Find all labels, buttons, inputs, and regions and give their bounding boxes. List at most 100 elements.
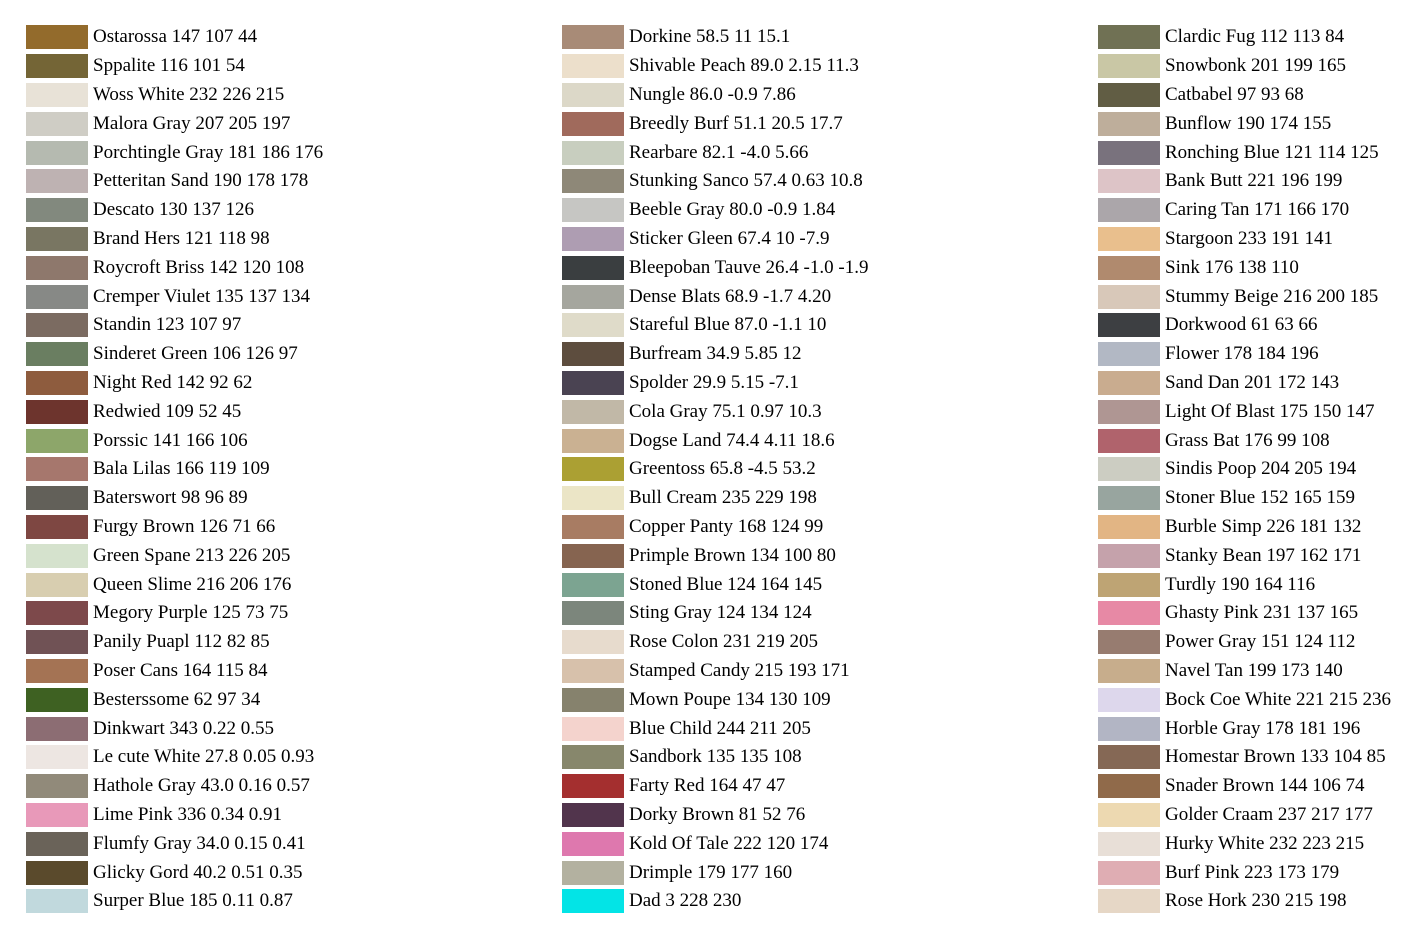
- color-label: Queen Slime 216 206 176: [93, 573, 292, 595]
- color-swatch: [562, 658, 624, 683]
- color-label: Snowbonk 201 199 165: [1165, 55, 1347, 77]
- color-label: Petteritan Sand 190 178 178: [93, 170, 309, 192]
- color-label: Sand Dan 201 172 143: [1165, 371, 1340, 393]
- color-swatch: [1098, 831, 1160, 856]
- color-label: Navel Tan 199 173 140: [1165, 659, 1343, 681]
- color-label: Standin 123 107 97: [93, 314, 242, 336]
- color-swatch-row: Stummy Beige 216 200 185: [1098, 282, 1391, 311]
- color-label: Cremper Viulet 135 137 134: [93, 285, 310, 307]
- color-swatch: [562, 428, 624, 453]
- color-swatch-row: Mown Poupe 134 130 109: [562, 685, 868, 714]
- color-swatch: [26, 572, 88, 597]
- color-swatch-row: Bunflow 190 174 155: [1098, 109, 1391, 138]
- color-swatch: [26, 284, 88, 309]
- color-swatch: [26, 82, 88, 107]
- color-swatch-row: Blue Child 244 211 205: [562, 714, 868, 743]
- color-swatch-row: Navel Tan 199 173 140: [1098, 657, 1391, 686]
- color-label: Dad 3 228 230: [629, 890, 742, 912]
- color-label: Flower 178 184 196: [1165, 343, 1319, 365]
- color-swatch-row: Porchtingle Gray 181 186 176: [26, 138, 323, 167]
- color-label: Besterssome 62 97 34: [93, 688, 261, 710]
- color-swatch: [1098, 284, 1160, 309]
- color-swatch-row: Megory Purple 125 73 75: [26, 599, 323, 628]
- color-label: Caring Tan 171 166 170: [1165, 199, 1350, 221]
- swatch-column-1: Ostarossa 147 107 44 Sppalite 116 101 54 W…: [26, 23, 323, 916]
- color-swatch-row: Standin 123 107 97: [26, 311, 323, 340]
- color-swatch: [26, 860, 88, 885]
- color-label: Panily Puapl 112 82 85: [93, 631, 270, 653]
- color-swatch: [562, 226, 624, 251]
- color-label: Woss White 232 226 215: [93, 83, 285, 105]
- color-label: Sandbork 135 135 108: [629, 746, 802, 768]
- color-swatch: [1098, 572, 1160, 597]
- color-swatch: [26, 630, 88, 655]
- color-label: Grass Bat 176 99 108: [1165, 429, 1330, 451]
- color-label: Lime Pink 336 0.34 0.91: [93, 803, 282, 825]
- color-label: Furgy Brown 126 71 66: [93, 515, 276, 537]
- color-swatch-row: Snader Brown 144 106 74: [1098, 772, 1391, 801]
- color-swatch: [562, 514, 624, 539]
- color-label: Blue Child 244 211 205: [629, 717, 811, 739]
- color-label: Night Red 142 92 62: [93, 371, 253, 393]
- color-swatch: [1098, 82, 1160, 107]
- color-label: Dense Blats 68.9 -1.7 4.20: [629, 285, 832, 307]
- color-swatch-row: Burfream 34.9 5.85 12: [562, 340, 868, 369]
- color-swatch: [26, 54, 88, 79]
- color-label: Stanky Bean 197 162 171: [1165, 544, 1362, 566]
- color-swatch-row: Spolder 29.9 5.15 -7.1: [562, 369, 868, 398]
- color-swatch: [26, 716, 88, 741]
- color-label: Clardic Fug 112 113 84: [1165, 26, 1345, 48]
- color-swatch: [562, 198, 624, 223]
- color-label: Hurky White 232 223 215: [1165, 832, 1365, 854]
- color-swatch: [562, 370, 624, 395]
- color-swatch-row: Sinderet Green 106 126 97: [26, 340, 323, 369]
- color-swatch-row: Ronching Blue 121 114 125: [1098, 138, 1391, 167]
- color-swatch-row: Dad 3 228 230: [562, 887, 868, 916]
- color-swatch-row: Bala Lilas 166 119 109: [26, 455, 323, 484]
- color-label: Surper Blue 185 0.11 0.87: [93, 890, 293, 912]
- color-swatch-row: Baterswort 98 96 89: [26, 484, 323, 513]
- color-label: Sinderet Green 106 126 97: [93, 343, 298, 365]
- color-label: Bock Coe White 221 215 236: [1165, 688, 1392, 710]
- color-label: Bala Lilas 166 119 109: [93, 458, 270, 480]
- color-swatch: [562, 889, 624, 914]
- color-swatch: [1098, 313, 1160, 338]
- color-label: Glicky Gord 40.2 0.51 0.35: [93, 861, 303, 883]
- color-swatch: [26, 313, 88, 338]
- color-swatch: [562, 111, 624, 136]
- color-swatch-row: Dorkine 58.5 11 15.1: [562, 23, 868, 52]
- color-label: Light Of Blast 175 150 147: [1165, 400, 1375, 422]
- color-swatch: [562, 342, 624, 367]
- color-swatch: [26, 889, 88, 914]
- color-swatch-row: Petteritan Sand 190 178 178: [26, 167, 323, 196]
- color-swatch: [1098, 457, 1160, 482]
- color-swatch-row: Ghasty Pink 231 137 165: [1098, 599, 1391, 628]
- color-label: Sppalite 116 101 54: [93, 55, 245, 77]
- color-swatch: [562, 140, 624, 165]
- color-label: Beeble Gray 80.0 -0.9 1.84: [629, 199, 836, 221]
- color-swatch: [1098, 54, 1160, 79]
- color-swatch-row: Queen Slime 216 206 176: [26, 570, 323, 599]
- color-swatch-row: Golder Craam 237 217 177: [1098, 801, 1391, 830]
- color-swatch-row: Stanky Bean 197 162 171: [1098, 541, 1391, 570]
- color-swatch: [562, 831, 624, 856]
- color-swatch-row: Panily Puapl 112 82 85: [26, 628, 323, 657]
- color-label: Kold Of Tale 222 120 174: [629, 832, 829, 854]
- color-label: Descato 130 137 126: [93, 199, 254, 221]
- color-swatch: [1098, 802, 1160, 827]
- color-swatch-row: Light Of Blast 175 150 147: [1098, 397, 1391, 426]
- color-label: Farty Red 164 47 47: [629, 775, 786, 797]
- color-swatch-row: Stargoon 233 191 141: [1098, 225, 1391, 254]
- color-label: Poser Cans 164 115 84: [93, 659, 268, 681]
- color-swatch-row: Beeble Gray 80.0 -0.9 1.84: [562, 196, 868, 225]
- color-swatch-row: Green Spane 213 226 205: [26, 541, 323, 570]
- color-swatch: [1098, 399, 1160, 424]
- color-swatch-row: Sandbork 135 135 108: [562, 743, 868, 772]
- color-label: Dorkwood 61 63 66: [1165, 314, 1318, 336]
- color-swatch-row: Dinkwart 343 0.22 0.55: [26, 714, 323, 743]
- color-swatch-row: Drimple 179 177 160: [562, 858, 868, 887]
- color-swatch: [26, 198, 88, 223]
- color-swatch: [26, 169, 88, 194]
- color-swatch: [1098, 543, 1160, 568]
- color-label: Rose Hork 230 215 198: [1165, 890, 1347, 912]
